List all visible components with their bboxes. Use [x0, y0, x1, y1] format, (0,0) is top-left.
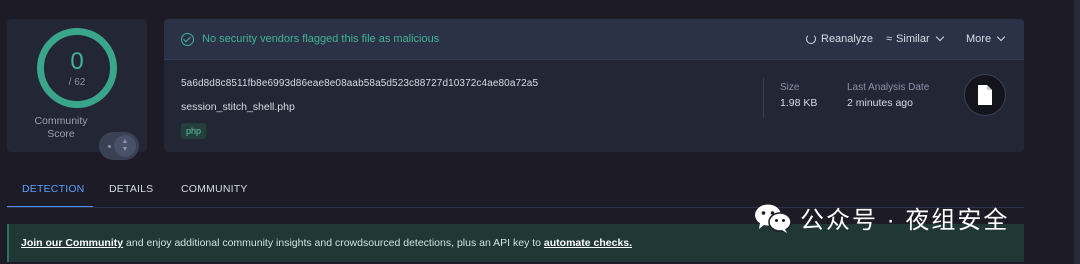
vote-arrows-icon[interactable]: ▲ ▼ — [114, 135, 136, 157]
reanalyze-button[interactable]: Reanalyze — [806, 33, 873, 45]
verdict-banner: No security vendors flagged this file as… — [164, 19, 1024, 60]
file-hash[interactable]: 5a6d8d8c8511fb8e6993d86eae8e08aab58a5d52… — [181, 78, 538, 89]
tab-community[interactable]: COMMUNITY — [181, 183, 248, 195]
watermark: 公众号 · 夜组安全 — [754, 200, 1009, 235]
join-community-body: and enjoy additional community insights … — [123, 237, 544, 249]
last-analysis-value: 2 minutes ago — [847, 97, 913, 109]
virustotal-report: 0 / 62 Community Score ▲ ▼ No security ve… — [0, 0, 1080, 264]
watermark-text: 公众号 · 夜组安全 — [800, 207, 1010, 234]
size-label: Size — [780, 82, 800, 93]
file-icon — [978, 85, 992, 105]
community-score-dot — [108, 145, 111, 148]
file-name: session_stitch_shell.php — [181, 101, 295, 113]
chevron-down-icon — [996, 32, 1006, 42]
similar-label: Similar — [896, 33, 930, 45]
reanalyze-label: Reanalyze — [821, 33, 873, 45]
verdict-message: No security vendors flagged this file as… — [202, 33, 440, 45]
chevron-down-icon — [935, 32, 944, 42]
similar-icon: ≈ — [886, 33, 892, 45]
score-card: 0 / 62 Community Score ▲ ▼ — [7, 19, 147, 160]
last-analysis-label: Last Analysis Date — [847, 82, 930, 93]
scrollbar[interactable] — [1074, 0, 1080, 264]
tab-detection[interactable]: DETECTION — [22, 183, 84, 195]
join-community-text: Join our Community and enjoy additional … — [21, 237, 632, 249]
detection-score-total: / 62 — [68, 76, 86, 88]
size-value: 1.98 KB — [780, 97, 818, 109]
tab-details[interactable]: DETAILS — [109, 183, 153, 195]
community-score-label: Community Score — [34, 115, 88, 140]
more-dropdown[interactable]: More — [966, 32, 1006, 45]
file-type-badge — [964, 74, 1006, 116]
check-circle-icon — [181, 33, 194, 46]
file-type-tag[interactable]: php — [181, 123, 207, 139]
more-label: More — [966, 33, 992, 45]
similar-dropdown[interactable]: ≈ Similar — [886, 32, 944, 45]
automate-checks-link[interactable]: automate checks. — [544, 237, 632, 249]
join-community-link[interactable]: Join our Community — [21, 237, 123, 249]
wechat-icon — [755, 204, 792, 233]
community-score-toggle[interactable]: ▲ ▼ — [99, 132, 139, 160]
detection-score-ring: 0 / 62 — [37, 28, 117, 108]
meta-divider — [763, 78, 764, 118]
file-summary-card: No security vendors flagged this file as… — [164, 19, 1024, 152]
detection-score-value: 0 — [70, 47, 84, 75]
refresh-icon — [806, 34, 816, 44]
